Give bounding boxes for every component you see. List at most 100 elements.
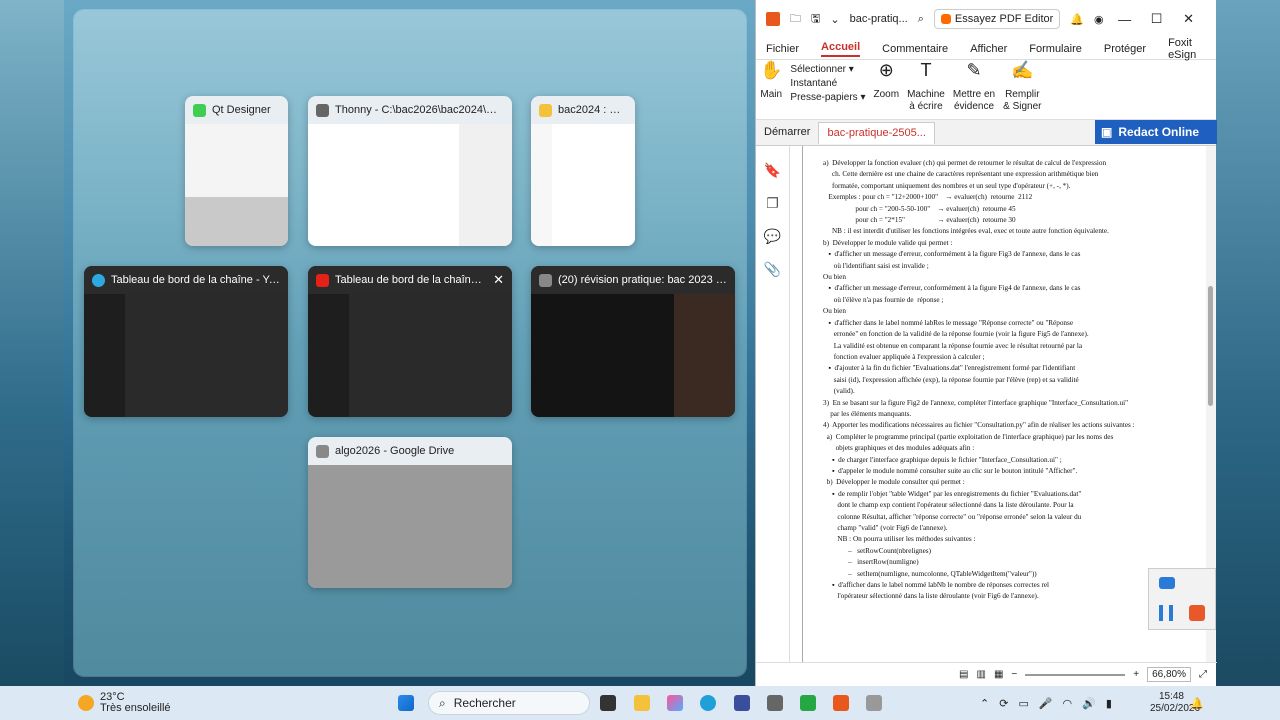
open-folder-icon[interactable]: 🗀 — [790, 10, 801, 29]
app-icon[interactable] — [767, 695, 783, 711]
browser-tab-icon — [316, 444, 329, 458]
menu-commentaire[interactable]: Commentaire — [882, 43, 948, 55]
card-thumbnail — [308, 124, 512, 246]
sync-icon[interactable]: ⟳ — [999, 697, 1008, 710]
typewriter-button[interactable]: T Machine à écrire — [907, 60, 945, 113]
menu-fichier[interactable]: Fichier — [766, 43, 799, 55]
search-box[interactable]: ⌕ Rechercher — [428, 691, 590, 715]
zoom-button[interactable]: ⊕ Zoom — [873, 61, 900, 101]
screen-icon[interactable]: ▭ — [1018, 697, 1028, 710]
document-line: Ou bien — [823, 273, 846, 282]
save-icon[interactable]: 🖫 — [811, 10, 820, 29]
facing-page-icon[interactable]: ▦ — [994, 669, 1003, 680]
foxit-icon[interactable] — [833, 695, 849, 711]
microphone-icon[interactable]: 🎤 — [1039, 697, 1053, 710]
camera-icon[interactable] — [1159, 577, 1175, 589]
tab-demarrer[interactable]: Démarrer — [756, 122, 818, 144]
qt-designer-icon[interactable] — [800, 695, 816, 711]
document-line: ▪ d'afficher dans le label nommé labNb l… — [823, 581, 1050, 590]
card-thumbnail — [531, 124, 635, 246]
window-card-thonny[interactable]: Thonny - C:\bac2026\bac2024\Consult... — [308, 96, 512, 246]
start-icon[interactable] — [398, 695, 414, 711]
hand-label: Main — [760, 89, 783, 100]
menu-foxit-esign[interactable]: Foxit eSign — [1168, 37, 1216, 61]
zoom-label: Zoom — [873, 89, 900, 100]
document-line: ▪ d'ajouter à la fin du fichier "Evaluat… — [823, 364, 1076, 373]
search-icon: ⌕ — [439, 695, 446, 710]
window-card-explorer[interactable]: bac2024 : Expl... — [531, 96, 635, 246]
document-line: b) Développer le module valide qui perme… — [823, 238, 953, 247]
copilot-icon[interactable] — [667, 695, 683, 711]
minimize-button[interactable]: — — [1114, 12, 1136, 27]
chevron-down-icon[interactable]: ⌄ — [830, 13, 839, 26]
zoom-slider[interactable] — [1025, 673, 1126, 676]
single-page-icon[interactable]: ▤ — [959, 669, 968, 680]
menu-accueil[interactable]: Accueil — [821, 41, 861, 57]
account-icon[interactable]: ◉ — [1094, 13, 1104, 26]
volume-icon[interactable]: 🔊 — [1082, 697, 1096, 710]
maximize-button[interactable]: ☐ — [1146, 11, 1168, 27]
window-card-youtube-studio-2[interactable]: Tableau de bord de la chaîne - Y... ✕ — [308, 266, 512, 417]
zoom-in-icon[interactable]: + — [1133, 669, 1139, 680]
bookmark-icon[interactable]: 🔖 — [764, 162, 781, 179]
wifi-icon[interactable]: ◠ — [1063, 697, 1073, 710]
tab-bac-pratique[interactable]: bac-pratique-2505... — [818, 121, 935, 144]
menu-proteger[interactable]: Protéger — [1104, 43, 1146, 55]
window-card-youtube-revision[interactable]: (20) révision pratique: bac 2023 - YouTu… — [531, 266, 735, 417]
ribbon: ✋ Main Sélectionner ▾ Instantané Presse-p… — [756, 60, 1216, 120]
redact-label: Redact Online — [1118, 125, 1200, 139]
clock[interactable]: 15:48 25/02/2026 — [1150, 691, 1200, 715]
hand-tool-button[interactable]: ✋ Main — [760, 61, 783, 101]
battery-icon[interactable]: ▮ — [1106, 697, 1112, 710]
document-line: 4) Apporter les modifications nécessaire… — [823, 421, 1135, 430]
weather-widget[interactable]: 23°C Très ensoleillé — [78, 692, 171, 714]
pen-icon: ✍ — [1011, 60, 1034, 80]
youtube-icon — [316, 273, 329, 287]
attachment-icon[interactable]: 📎 — [764, 261, 781, 278]
pdf-reader-window: 🗀 🖫 ⌄ bac-pratiq... ⌕ Essayez PDF Editor… — [755, 0, 1217, 686]
file-explorer-icon[interactable] — [634, 695, 650, 711]
document-line: ▪ d'afficher dans le label nommé labRes … — [823, 318, 1074, 327]
clipboard-button[interactable]: Presse-papiers ▾ — [790, 92, 865, 103]
thonny-icon[interactable] — [866, 695, 882, 711]
document-line: ▪ d'appeler le module nommé consulter su… — [823, 466, 1078, 475]
store-icon[interactable] — [734, 695, 750, 711]
stop-icon[interactable] — [1189, 605, 1205, 621]
search-icon[interactable]: ⌕ — [918, 13, 924, 26]
comment-icon[interactable]: 💬 — [764, 228, 781, 245]
scrollbar-thumb[interactable] — [1208, 286, 1213, 406]
try-pdf-editor-button[interactable]: Essayez PDF Editor — [933, 9, 1061, 29]
bell-icon[interactable]: 🔔 — [1070, 13, 1084, 26]
pages-icon[interactable]: ❐ — [766, 195, 779, 212]
select-tool-button[interactable]: Sélectionner ▾ — [790, 64, 865, 75]
close-icon[interactable]: ✕ — [493, 272, 504, 288]
fill-sign-button[interactable]: ✍ Remplir & Signer — [1003, 60, 1041, 113]
card-thumbnail — [84, 294, 288, 417]
snapshot-label: Instantané — [790, 78, 838, 89]
notification-icon[interactable]: 🔔 — [1190, 697, 1204, 710]
close-button[interactable]: ✕ — [1178, 11, 1200, 27]
document-line: erronée" en fonction de la validité de l… — [823, 330, 1089, 339]
task-view-icon[interactable] — [600, 695, 616, 711]
screen-recorder-widget — [1148, 568, 1216, 630]
pause-icon[interactable] — [1159, 605, 1173, 621]
try-button-label: Essayez PDF Editor — [954, 13, 1054, 25]
zoom-out-icon[interactable]: − — [1011, 669, 1017, 680]
highlight-button[interactable]: ✎ Mettre en évidence — [953, 61, 995, 113]
zoom-value[interactable]: 66,80% — [1147, 667, 1191, 682]
snapshot-button[interactable]: Instantané — [790, 78, 865, 89]
window-card-qt-designer[interactable]: Qt Designer — [185, 96, 288, 246]
continuous-page-icon[interactable]: ▥ — [976, 669, 985, 680]
menu-afficher[interactable]: Afficher — [970, 43, 1007, 55]
document-line: ch. Cette dernière est une chaine de car… — [823, 170, 1099, 179]
redact-online-button[interactable]: ▣ Redact Online — [1095, 120, 1217, 144]
typewriter-icon: T — [920, 60, 932, 80]
window-card-google-drive[interactable]: algo2026 - Google Drive — [308, 437, 512, 588]
window-card-youtube-studio-1[interactable]: Tableau de bord de la chaîne - YouTube..… — [84, 266, 288, 417]
edge-icon[interactable] — [700, 695, 716, 711]
menu-formulaire[interactable]: Formulaire — [1029, 43, 1082, 55]
fullscreen-icon[interactable]: ⤢ — [1199, 669, 1207, 680]
edge-icon — [92, 273, 105, 287]
taskbar: 23°C Très ensoleillé ⌕ Rechercher ⌃ ⟳ ▭ 🎤 … — [0, 686, 1280, 720]
chevron-up-icon[interactable]: ⌃ — [980, 697, 989, 710]
